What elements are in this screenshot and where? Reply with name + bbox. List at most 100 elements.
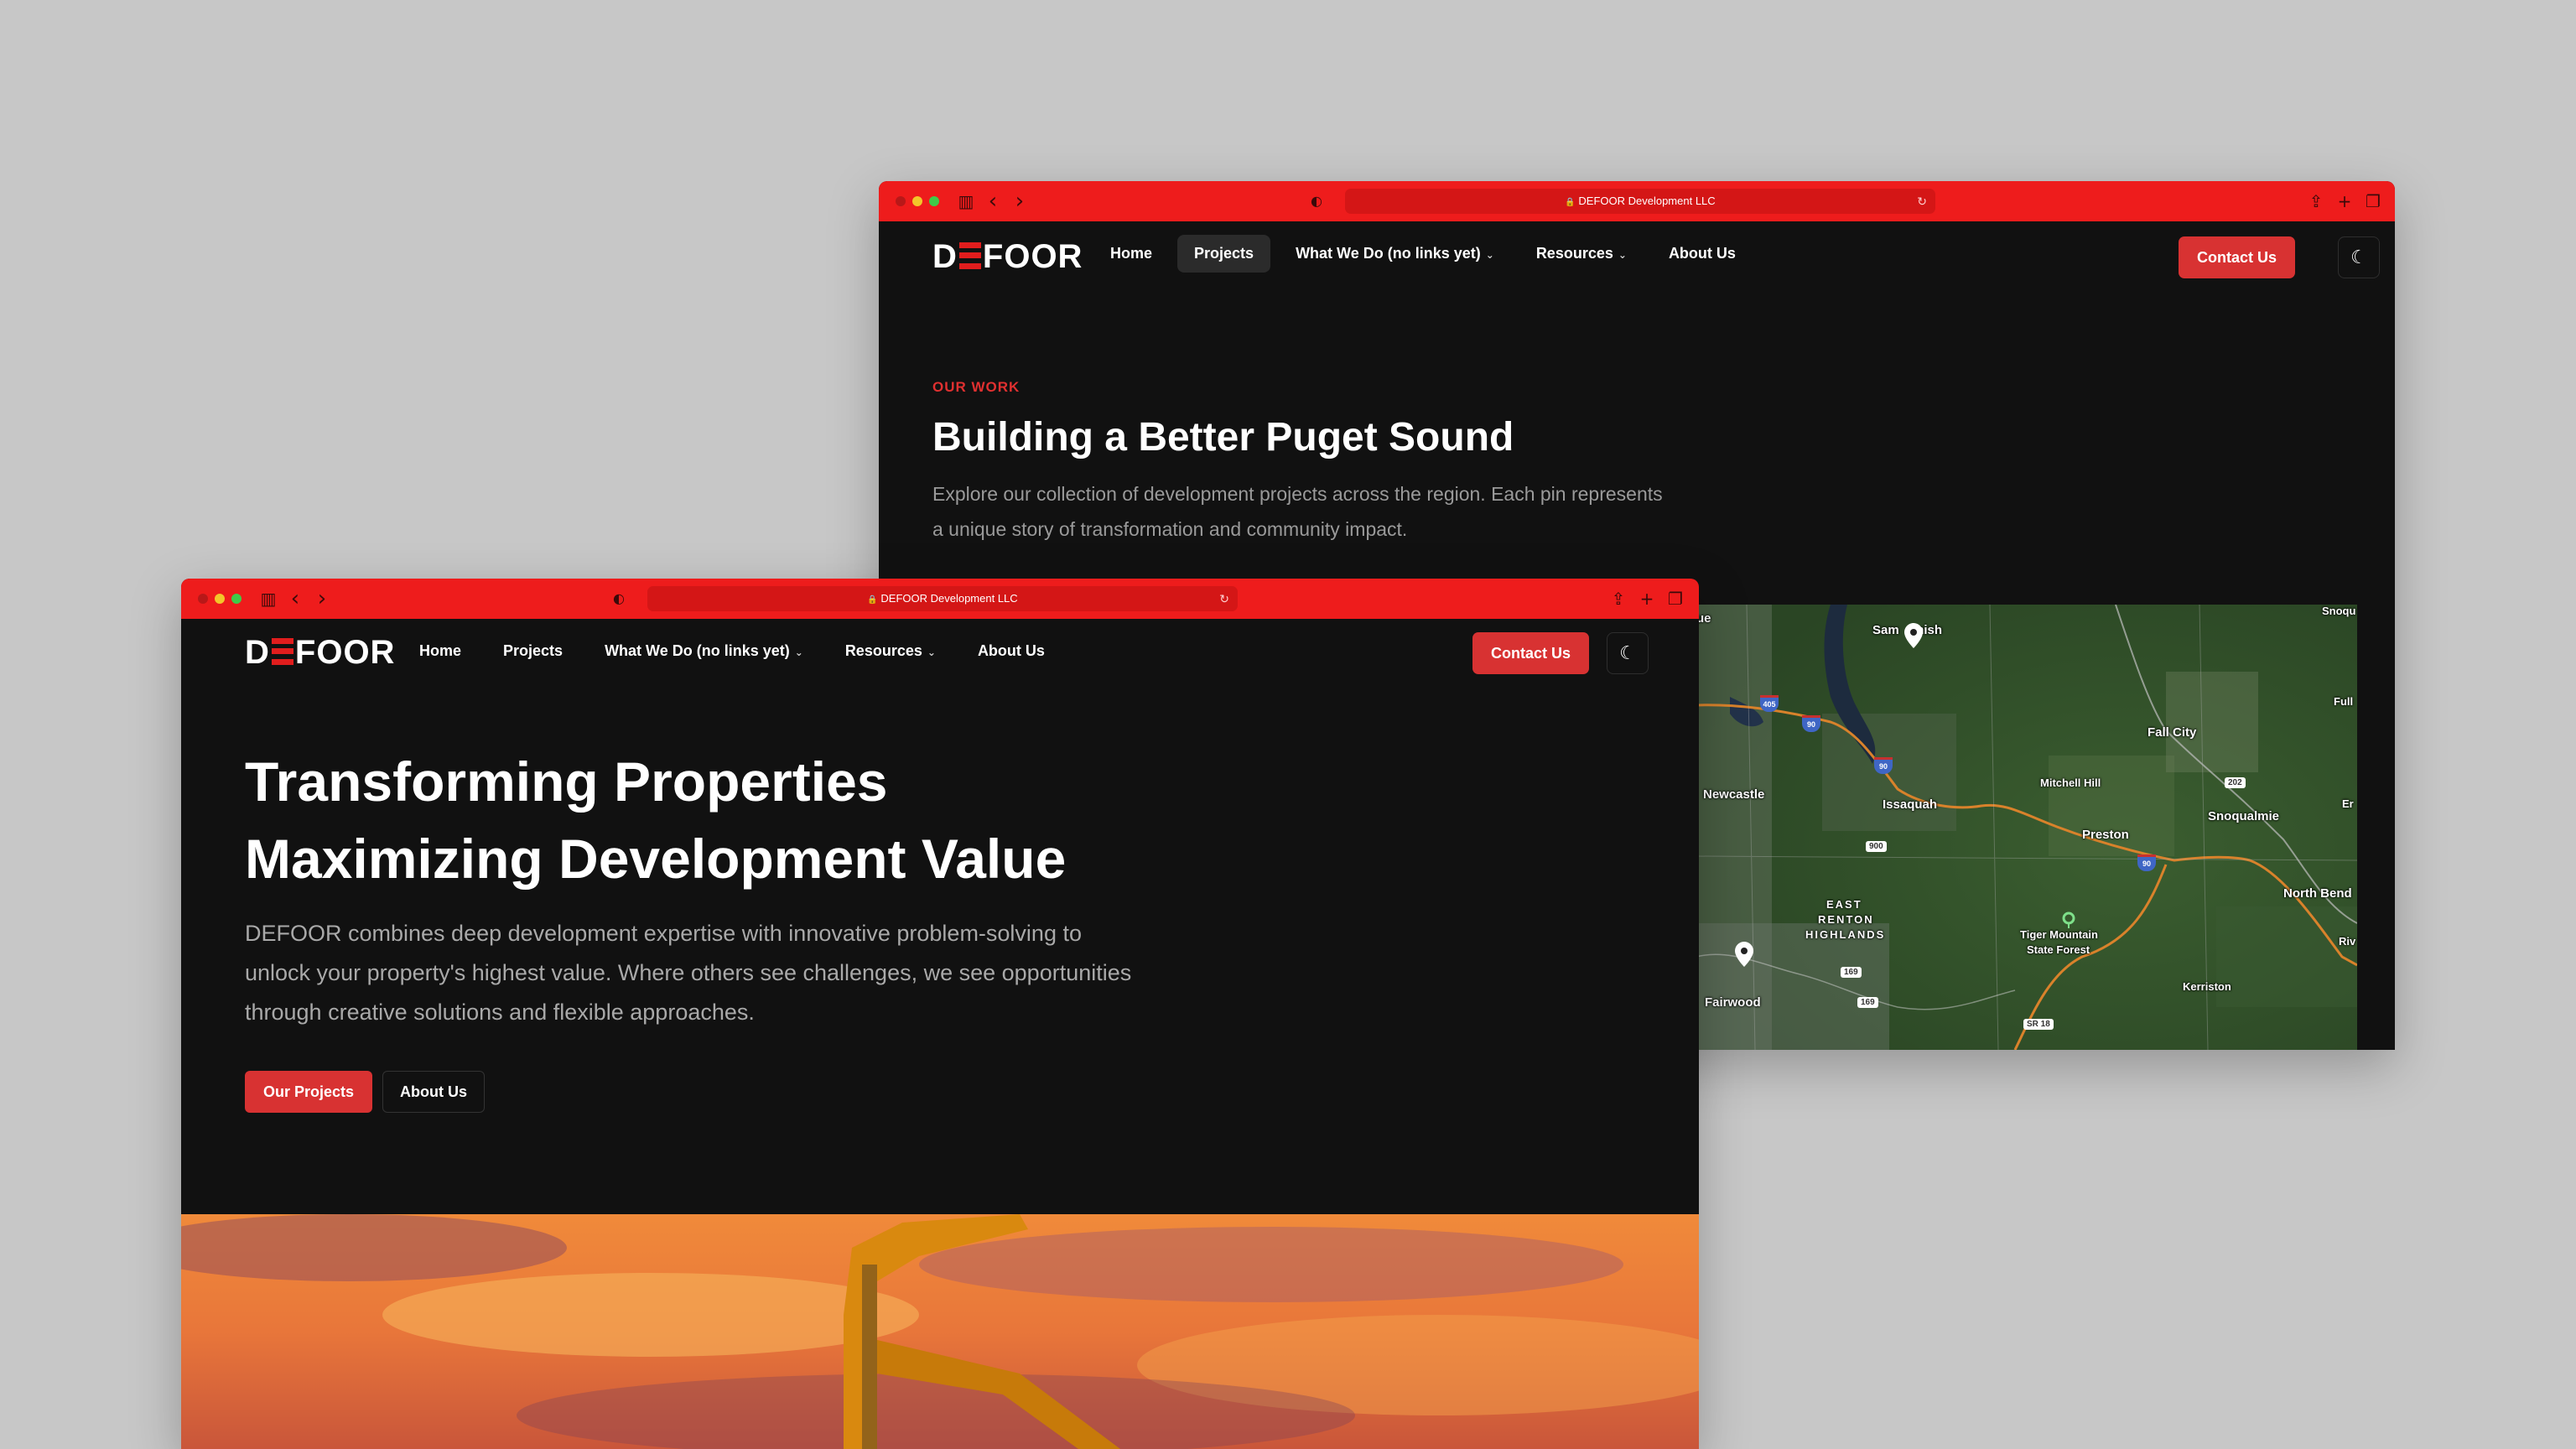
page-description: Explore our collection of development pr… <box>932 476 1663 547</box>
chevron-down-icon: ⌄ <box>927 647 936 658</box>
sidebar-icon[interactable]: ▥ <box>258 589 278 609</box>
hero-description-line: unlock your property's highest value. Wh… <box>245 960 1132 985</box>
contact-us-button[interactable]: Contact Us <box>2179 236 2296 278</box>
lock-icon: 🔒 <box>867 595 878 605</box>
nav-resources[interactable]: Resources ⌄ <box>828 632 953 670</box>
map-label: Snoqualmie <box>2208 809 2280 823</box>
route-shield: 900 <box>1866 841 1887 852</box>
nav-label: Resources <box>844 642 922 659</box>
nav-label: Resources <box>1535 245 1613 262</box>
hero-description-line: DEFOOR combines deep development experti… <box>245 921 1082 946</box>
map-label: Fairwood <box>1705 995 1761 1010</box>
lock-icon: 🔒 <box>1565 198 1576 207</box>
nav-label: Projects <box>1194 245 1254 262</box>
section-eyebrow: OUR WORK <box>932 379 1021 395</box>
logo-letters-foor: FOOR <box>294 634 396 671</box>
forward-icon[interactable]: › <box>1010 190 1030 212</box>
reload-icon[interactable]: ↻ <box>1917 189 1927 214</box>
address-bar-text: DEFOOR Development LLC <box>1578 195 1716 207</box>
minimize-window-button[interactable] <box>912 196 922 206</box>
site-header: D FOOR Home Projects What We Do (no links… <box>181 619 1699 691</box>
hero-title-line-1: Transforming Properties <box>245 750 888 813</box>
nav-what-we-do[interactable]: What We Do (no links yet) ⌄ <box>588 632 820 670</box>
logo-e-mark <box>271 638 293 665</box>
description-line: a unique story of transformation and com… <box>932 518 1408 540</box>
sidebar-icon[interactable]: ▥ <box>956 191 976 211</box>
back-icon[interactable]: ‹ <box>983 190 1003 212</box>
window-controls <box>896 196 939 206</box>
nav-label: Projects <box>503 642 564 659</box>
new-tab-icon[interactable]: + <box>1637 589 1657 609</box>
hero-description-line: through creative solutions and flexible … <box>245 1000 755 1025</box>
new-tab-icon[interactable]: + <box>2334 191 2355 211</box>
nav-home[interactable]: Home <box>1093 235 1169 273</box>
nav-home[interactable]: Home <box>402 632 478 670</box>
route-shield: 169 <box>1841 967 1862 978</box>
browser-toolbar: ▥ ‹ › ◐ 🔒 DEFOOR Development LLC ↻ ⇪ + ❐ <box>181 579 1699 619</box>
map-label: Snoqu <box>2322 605 2356 617</box>
about-us-button[interactable]: About Us <box>382 1071 485 1113</box>
browser-window-home: ▥ ‹ › ◐ 🔒 DEFOOR Development LLC ↻ ⇪ + ❐… <box>181 579 1699 1449</box>
nav-label: Home <box>1110 245 1153 262</box>
privacy-shield-icon[interactable]: ◐ <box>1306 191 1327 211</box>
privacy-shield-icon[interactable]: ◐ <box>609 589 629 609</box>
logo-letters-foor: FOOR <box>982 238 1083 275</box>
nav-resources[interactable]: Resources ⌄ <box>1519 235 1644 273</box>
minimize-window-button[interactable] <box>215 594 225 604</box>
project-pin-icon[interactable] <box>1904 623 1923 648</box>
theme-toggle-moon-icon[interactable]: ☾ <box>1607 632 1649 674</box>
defoor-logo[interactable]: D FOOR <box>932 238 1083 276</box>
theme-toggle-moon-icon[interactable]: ☾ <box>2338 236 2380 278</box>
nav-projects[interactable]: Projects <box>486 632 579 670</box>
map-label: Er <box>2342 797 2354 810</box>
map-label: Full <box>2334 695 2354 708</box>
nav-about-us[interactable]: About Us <box>961 632 1062 670</box>
nav-label: About Us <box>1668 245 1736 262</box>
zoom-window-button[interactable] <box>231 594 242 604</box>
zoom-window-button[interactable] <box>929 196 939 206</box>
map-label: Fall City <box>2148 725 2197 740</box>
projects-map[interactable]: Sam mish Snoqu ue Fall City Full Mitchel… <box>1696 605 2357 1050</box>
contact-us-button[interactable]: Contact Us <box>1472 632 1590 674</box>
map-label: Preston <box>2082 828 2129 842</box>
map-label: Riv <box>2339 935 2356 948</box>
map-label: North Bend <box>2283 886 2352 901</box>
logo-letter-d: D <box>932 238 958 275</box>
close-window-button[interactable] <box>896 196 906 206</box>
main-nav: Home Projects What We Do (no links yet) ⌄… <box>402 632 1062 670</box>
tab-overview-icon[interactable]: ❐ <box>1665 589 1685 609</box>
back-icon[interactable]: ‹ <box>285 588 305 610</box>
site-header: D FOOR Home Projects What We Do (no links… <box>879 221 2395 293</box>
interstate-shield: 90 <box>2137 854 2156 871</box>
main-nav: Home Projects What We Do (no links yet) ⌄… <box>1093 235 1753 273</box>
browser-toolbar: ▥ ‹ › ◐ 🔒 DEFOOR Development LLC ↻ ⇪ + ❐ <box>879 181 2395 221</box>
route-shield: 202 <box>2225 777 2246 788</box>
hero-description: DEFOOR combines deep development experti… <box>245 914 1184 1032</box>
reload-icon[interactable]: ↻ <box>1219 586 1229 611</box>
share-icon[interactable]: ⇪ <box>2306 191 2326 211</box>
chevron-down-icon: ⌄ <box>794 647 803 658</box>
nav-projects[interactable]: Projects <box>1177 235 1271 273</box>
our-projects-button[interactable]: Our Projects <box>245 1071 373 1113</box>
project-pin-icon[interactable] <box>1735 942 1753 967</box>
close-window-button[interactable] <box>198 594 208 604</box>
window-controls <box>198 594 242 604</box>
map-label: EAST <box>1826 898 1862 911</box>
description-line: Explore our collection of development pr… <box>932 483 1663 505</box>
forward-icon[interactable]: › <box>312 588 332 610</box>
page-title: Building a Better Puget Sound <box>932 415 1514 460</box>
defoor-logo[interactable]: D FOOR <box>245 634 395 672</box>
tab-overview-icon[interactable]: ❐ <box>2363 191 2383 211</box>
address-bar[interactable]: 🔒 DEFOOR Development LLC ↻ <box>647 586 1238 611</box>
nav-label: Home <box>419 642 462 659</box>
map-label: Mitchell Hill <box>2040 776 2101 789</box>
park-marker-icon <box>2062 911 2075 928</box>
map-label: Newcastle <box>1703 787 1765 802</box>
hero-excavator-image <box>181 1214 1699 1449</box>
nav-about-us[interactable]: About Us <box>1652 235 1753 273</box>
share-icon[interactable]: ⇪ <box>1608 589 1628 609</box>
nav-what-we-do[interactable]: What We Do (no links yet) ⌄ <box>1279 235 1511 273</box>
logo-letter-d: D <box>245 634 270 671</box>
address-bar[interactable]: 🔒 DEFOOR Development LLC ↻ <box>1345 189 1935 214</box>
hero-title-line-2: Maximizing Development Value <box>245 828 1067 890</box>
